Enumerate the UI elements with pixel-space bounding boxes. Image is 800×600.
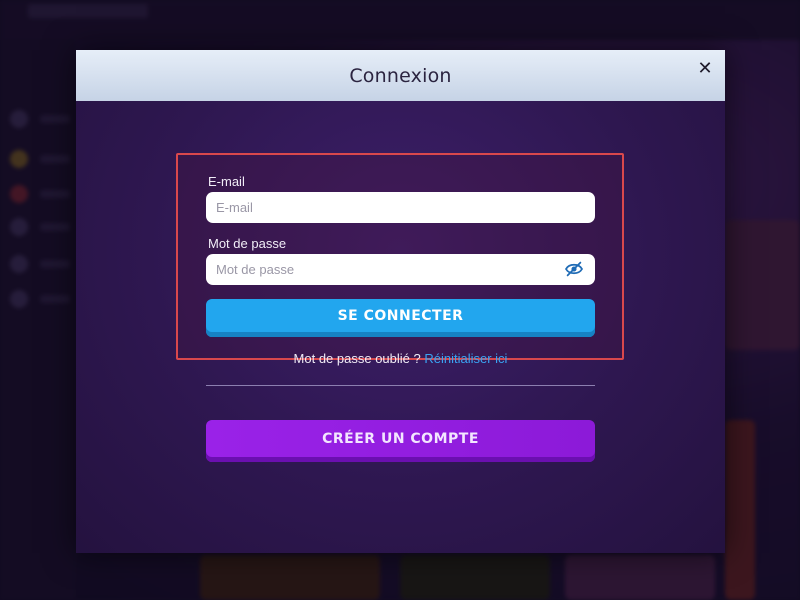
email-field[interactable] — [206, 192, 595, 223]
create-account-button[interactable]: CRÉER UN COMPTE — [206, 420, 595, 462]
eye-slash-icon[interactable] — [564, 261, 584, 277]
reset-password-link[interactable]: Réinitialiser ici — [424, 351, 507, 366]
email-label: E-mail — [208, 174, 245, 189]
divider — [206, 385, 595, 386]
login-button[interactable]: SE CONNECTER — [206, 299, 595, 337]
forgot-password-text: Mot de passe oublié ? Réinitialiser ici — [206, 351, 595, 366]
modal-title: Connexion — [349, 64, 452, 87]
close-icon[interactable]: ✕ — [695, 58, 715, 79]
password-field[interactable] — [206, 254, 595, 285]
login-modal: Connexion ✕ E-mail Mot de passe SE CONNE… — [76, 50, 725, 553]
modal-header: Connexion ✕ — [76, 50, 725, 101]
forgot-password-label: Mot de passe oublié ? — [293, 351, 425, 366]
password-label: Mot de passe — [208, 236, 287, 251]
